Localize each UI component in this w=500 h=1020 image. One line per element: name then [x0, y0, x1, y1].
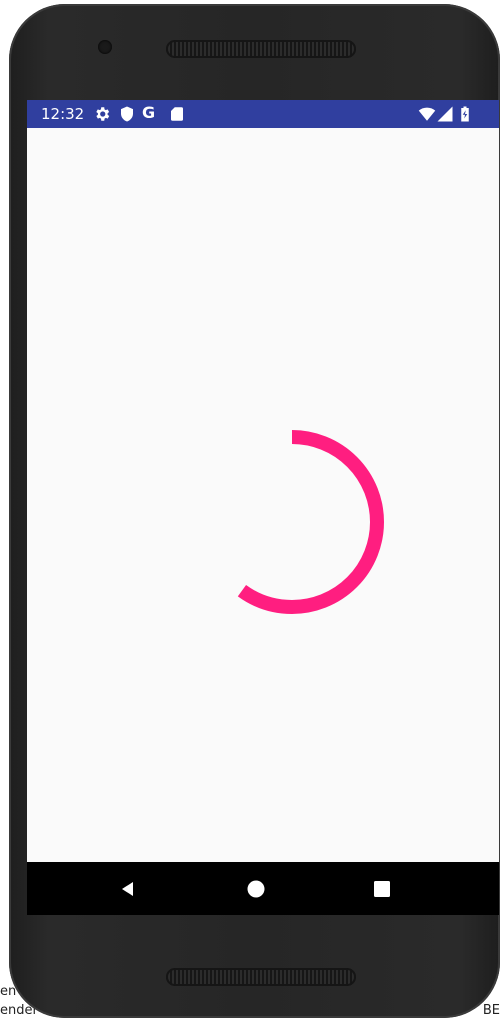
navigation-bar — [27, 862, 499, 915]
loading-spinner-arc — [200, 430, 384, 614]
g-icon: G — [142, 103, 156, 122]
back-button[interactable] — [114, 876, 140, 902]
recents-button[interactable] — [369, 876, 395, 902]
background-text-right: BE — [482, 1003, 500, 1018]
battery-charging-icon — [461, 106, 469, 122]
home-button[interactable] — [243, 876, 269, 902]
front-camera — [98, 40, 112, 54]
loading-spinner — [200, 430, 384, 614]
top-speaker-grille — [166, 40, 356, 58]
sd-card-icon — [171, 107, 183, 121]
shield-icon — [121, 106, 133, 122]
cell-signal-icon — [437, 106, 453, 122]
wifi-icon — [418, 107, 436, 121]
status-bar: 12:32 G — [27, 100, 499, 128]
device-screen: 12:32 G — [27, 100, 499, 915]
app-content — [27, 128, 499, 862]
bottom-speaker-grille — [166, 968, 356, 986]
status-time: 12:32 — [41, 105, 85, 123]
settings-icon — [96, 107, 110, 121]
